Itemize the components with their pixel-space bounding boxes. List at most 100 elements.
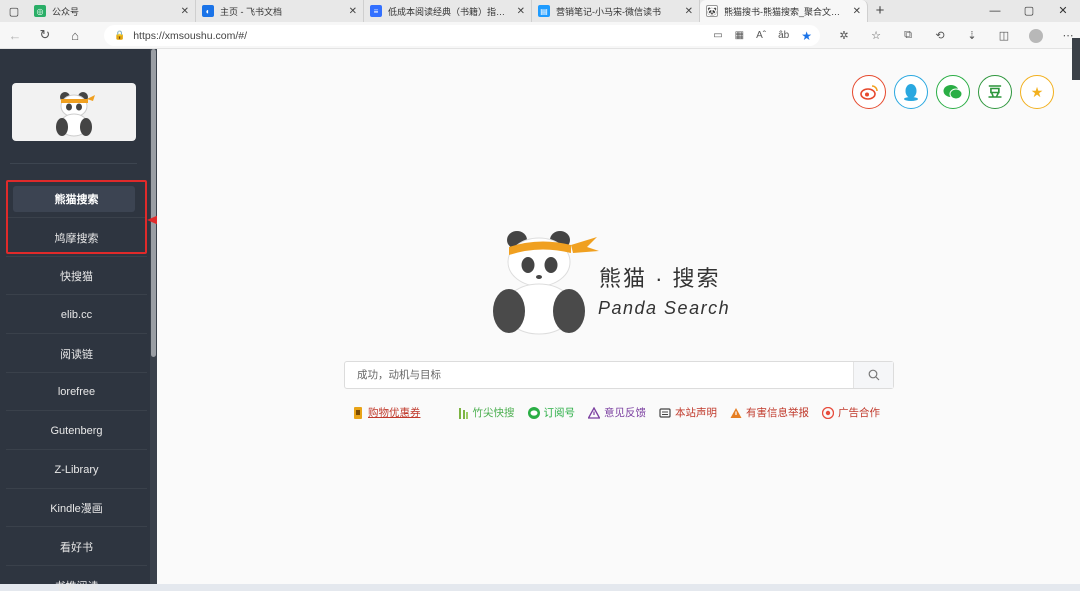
sidebar-item-elib[interactable]: elib.cc [6, 296, 147, 334]
sidebar-divider [10, 163, 137, 164]
ad-icon [822, 406, 834, 419]
minimize-icon[interactable]: — [978, 0, 1012, 22]
link-zhujian[interactable]: 竹尖快搜 [457, 405, 515, 420]
sidebar-item-label: Z-Library [54, 463, 99, 476]
wechat-glyph-icon [943, 85, 963, 100]
link-subscription[interactable]: 订阅号 [527, 405, 576, 420]
app-available-icon[interactable]: ▭ [713, 30, 722, 41]
qq-icon[interactable] [894, 75, 928, 109]
translate-icon[interactable]: âb [778, 30, 789, 41]
social-links: 豆 ★ [852, 75, 1054, 109]
sidebar-item-label: lorefree [57, 385, 96, 398]
tab[interactable]: ▤ 营销笔记-小马宋-微信读书 ✕ [532, 0, 700, 22]
weibo-icon[interactable] [852, 75, 886, 109]
link-statement[interactable]: 本站声明 [659, 405, 717, 420]
tab[interactable]: ◎ 公众号 ✕ [28, 0, 196, 22]
maximize-icon[interactable]: ▢ [1012, 0, 1046, 22]
tab-favicon-icon: ◎ [34, 5, 46, 17]
panda-logo-icon [56, 92, 95, 137]
douban-icon[interactable]: 豆 [978, 75, 1012, 109]
main-content: 豆 ★ 熊猫 · 搜索 Panda Search 购物优惠券 竹尖快搜 [157, 49, 1080, 591]
quick-links: 购物优惠券 竹尖快搜 订阅号 意见反馈 本站声明 有害信息举报 广告合作 [352, 405, 893, 420]
home-icon[interactable]: ⌂ [60, 28, 90, 43]
favorite-star-icon[interactable]: ★ [801, 29, 812, 43]
tab-strip: ▢ ◎ 公众号 ✕ ◐ 主页 - 飞书文档 ✕ ≡ 低成本阅读经典（书籍）指南 … [0, 0, 1080, 22]
link-feedback[interactable]: 意见反馈 [588, 405, 646, 420]
search-button[interactable] [853, 362, 893, 388]
read-aloud-icon[interactable]: Aˆ [756, 30, 766, 41]
panda-favicon-icon: 🐼 [706, 5, 718, 17]
qq-glyph-icon [904, 84, 918, 101]
search-box [344, 361, 894, 389]
history-icon[interactable]: ⟲ [924, 29, 956, 42]
back-icon[interactable]: ← [0, 28, 30, 43]
sidebar-item-label: 阅读链 [60, 348, 93, 361]
douban-glyph: 豆 [988, 84, 1002, 100]
favorite-icon[interactable]: ★ [1020, 75, 1054, 109]
sidebar-item-zlibrary[interactable]: Z-Library [6, 451, 147, 489]
extensions-icon[interactable]: ✲ [828, 29, 860, 42]
search-input[interactable] [345, 362, 853, 388]
tab-title: 公众号 [52, 6, 80, 17]
link-ads[interactable]: 广告合作 [822, 405, 880, 420]
qr-code-icon[interactable]: ▦ [735, 30, 744, 41]
tab-active[interactable]: 🐼 熊猫搜书-熊猫搜索_聚合文档搜索 ✕ [700, 0, 868, 22]
window-bottom-edge [0, 584, 1080, 591]
sidebar-logo[interactable] [12, 83, 136, 141]
sidebar-item-kuaisoumao[interactable]: 快搜猫 [6, 257, 147, 295]
favorites-icon[interactable]: ☆ [860, 29, 892, 42]
close-tab-icon[interactable]: ✕ [349, 6, 357, 17]
coupon-icon [352, 406, 364, 419]
link-label: 购物优惠券 [368, 407, 421, 419]
weibo-glyph-icon [860, 85, 878, 100]
link-label: 订阅号 [543, 407, 576, 419]
sidebar-item-gutenberg[interactable]: Gutenberg [6, 412, 147, 450]
sidebar-item-xiongmao[interactable]: 熊猫搜索 [6, 180, 147, 218]
sidebar-item-label: elib.cc [60, 308, 93, 321]
tab-actions-icon[interactable]: ▢ [0, 0, 28, 22]
sidebar-item-label: 快搜猫 [60, 270, 93, 283]
scrollbar-thumb[interactable] [151, 49, 156, 357]
link-label: 广告合作 [838, 407, 880, 419]
sidebar-item-label: 熊猫搜索 [54, 193, 99, 206]
sidebar-item-kanhaoshu[interactable]: 看好书 [6, 528, 147, 566]
collections-icon[interactable]: ⧉ [892, 29, 924, 42]
wechat-small-icon [527, 406, 540, 419]
search-icon [868, 369, 879, 381]
tab-title: 低成本阅读经典（书籍）指南 | 飞 [388, 6, 511, 17]
close-tab-icon[interactable]: ✕ [517, 6, 525, 17]
sidebar-item-label: 看好书 [60, 541, 93, 554]
wechat-icon[interactable] [936, 75, 970, 109]
sidebar-item-lorefree[interactable]: lorefree [6, 373, 147, 411]
lock-icon[interactable]: 🔒 [114, 30, 125, 41]
browser-essentials-icon[interactable]: ◫ [988, 29, 1020, 42]
new-tab-button[interactable]: + [868, 0, 892, 22]
sidebar-item-jiumo[interactable]: 鸠摩搜索 [6, 219, 147, 257]
statement-icon [659, 407, 671, 419]
link-coupon[interactable]: 购物优惠券 [352, 405, 421, 420]
sidebar-item-label: 书推阅读 [54, 580, 99, 591]
sidebar-item-label: Kindle漫画 [50, 502, 103, 515]
close-tab-icon[interactable]: ✕ [853, 6, 861, 17]
refresh-icon[interactable]: ↻ [30, 27, 60, 43]
close-tab-icon[interactable]: ✕ [181, 6, 189, 17]
sidebar: 熊猫搜索 鸠摩搜索 快搜猫 elib.cc 阅读链 lorefree Guten… [0, 49, 157, 591]
window-right-edge [1072, 38, 1080, 80]
profile-avatar[interactable] [1029, 28, 1043, 43]
sidebar-scrollbar[interactable] [150, 49, 157, 591]
tab[interactable]: ≡ 低成本阅读经典（书籍）指南 | 飞 ✕ [364, 0, 532, 22]
favorite-glyph: ★ [1030, 83, 1044, 100]
sidebar-item-kindle-manhua[interactable]: Kindle漫画 [6, 489, 147, 527]
link-label: 本站声明 [675, 407, 717, 419]
close-window-icon[interactable]: ✕ [1046, 0, 1080, 22]
link-report[interactable]: 有害信息举报 [730, 405, 809, 420]
warning-icon [588, 406, 600, 419]
downloads-icon[interactable]: ⇣ [956, 29, 988, 42]
link-label: 竹尖快搜 [472, 407, 515, 419]
sidebar-item-yueduilian[interactable]: 阅读链 [6, 335, 147, 373]
address-bar[interactable]: 🔒 https://xmsoushu.com/#/ ▭ ▦ Aˆ âb ★ [104, 25, 820, 46]
close-tab-icon[interactable]: ✕ [685, 6, 693, 17]
sidebar-item-label: 鸠摩搜索 [54, 232, 99, 245]
brand-name-cn: 熊猫 · 搜索 [599, 266, 721, 291]
tab[interactable]: ◐ 主页 - 飞书文档 ✕ [196, 0, 364, 22]
